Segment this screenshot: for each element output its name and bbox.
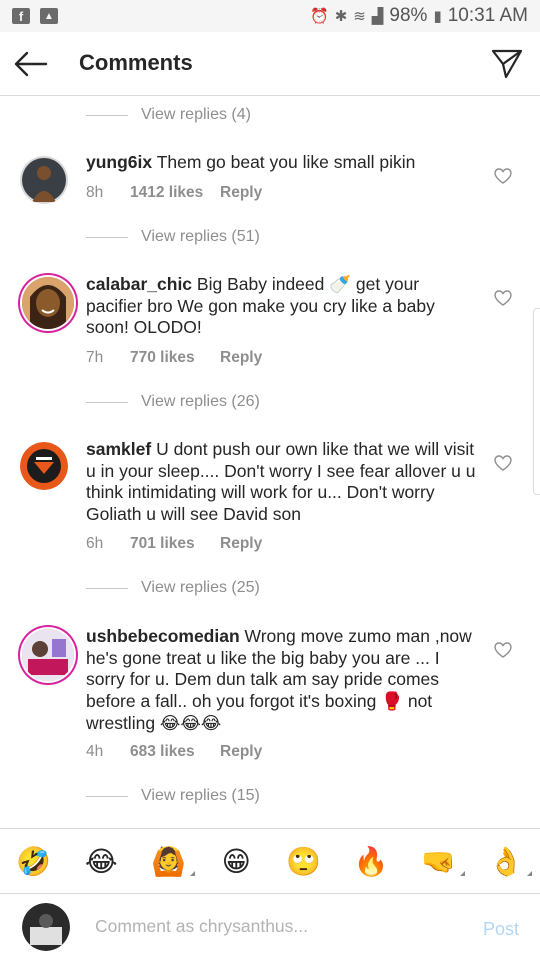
emoji-glyph: 👌 (488, 845, 524, 877)
comment-username[interactable]: yung6ix (86, 152, 152, 172)
comment-time: 4h (86, 743, 104, 760)
divider (86, 401, 128, 403)
view-replies-button[interactable]: View replies (25) (86, 579, 260, 597)
bluetooth-icon: ✱ (334, 8, 348, 25)
view-replies-button[interactable]: View replies (26) (86, 393, 260, 411)
emoji-eye-roll[interactable]: 🙄 (270, 845, 338, 878)
emoji-tears-of-joy[interactable]: 😂 (68, 845, 136, 878)
user-avatar (22, 903, 70, 951)
view-replies-button[interactable]: View replies (15) (86, 787, 260, 805)
view-replies-label: View replies (26) (141, 393, 260, 410)
comment-likes[interactable]: 701 likes (130, 535, 220, 553)
emoji-glyph: 😂 (84, 845, 118, 877)
comment-time: 6h (86, 535, 104, 552)
direct-message-icon[interactable] (490, 46, 524, 80)
emoji-glyph: 🤣 (16, 845, 52, 877)
comment-likes[interactable]: 770 likes (130, 349, 220, 367)
page-title: Comments (79, 50, 193, 75)
status-bar: f ▲ ⏰ ✱ ≋ ▟ 98% ▮ 10:31 AM (0, 0, 540, 32)
divider (86, 114, 128, 116)
emoji-fire[interactable]: 🔥 (338, 845, 406, 878)
comment-username[interactable]: samklef (86, 439, 151, 459)
facebook-icon: f (12, 8, 30, 24)
emoji-ok-hand[interactable]: 👌 (473, 845, 540, 878)
avatar[interactable] (22, 629, 74, 681)
emoji-grinning[interactable]: 😁 (203, 845, 271, 878)
emoji-glyph: 🙄 (286, 845, 322, 877)
status-right: ⏰ ✱ ≋ ▟ 98% ▮ 10:31 AM (310, 5, 528, 27)
view-replies-button[interactable]: View replies (51) (86, 228, 260, 246)
gallery-icon: ▲ (40, 8, 58, 24)
avatar[interactable] (22, 277, 74, 329)
comment-meta: 8h 1412 likes Reply (86, 184, 262, 202)
battery-icon: ▮ (433, 8, 442, 25)
heart-icon[interactable] (494, 168, 512, 184)
emoji-glyph: 🤜 (421, 845, 457, 877)
avatar[interactable] (20, 442, 68, 490)
emoji-fist[interactable]: 🤜 (405, 845, 473, 878)
wifi-icon: ≋ (353, 8, 366, 25)
heart-icon[interactable] (494, 290, 512, 306)
emoji-person-gesturing[interactable]: 🙆 (135, 845, 203, 878)
comment-username[interactable]: calabar_chic (86, 274, 192, 294)
emoji-rofl[interactable]: 🤣 (0, 845, 68, 878)
heart-icon[interactable] (494, 455, 512, 471)
skin-tone-indicator (189, 870, 195, 876)
status-left-icons: f ▲ (12, 8, 58, 24)
view-replies-label: View replies (4) (141, 106, 251, 123)
post-button[interactable]: Post (483, 919, 519, 940)
alarm-icon: ⏰ (310, 8, 329, 25)
skin-tone-indicator (459, 870, 465, 876)
battery-text: 98% (389, 5, 428, 26)
comment-meta: 4h 683 likes Reply (86, 743, 262, 761)
comment-meta: 6h 701 likes Reply (86, 535, 262, 553)
divider (86, 236, 128, 238)
back-arrow-icon[interactable] (14, 50, 48, 78)
comment-text: calabar_chic Big Baby indeed 🍼 get your … (86, 274, 478, 339)
comment-likes[interactable]: 1412 likes (130, 184, 220, 202)
skin-tone-indicator (527, 870, 532, 876)
emoji-glyph: 🙆 (151, 845, 187, 877)
heart-icon[interactable] (494, 642, 512, 658)
comment-time: 8h (86, 184, 104, 201)
reply-button[interactable]: Reply (220, 184, 262, 202)
comment-username[interactable]: ushbebecomedian (86, 626, 240, 646)
divider (86, 795, 128, 797)
view-replies-button[interactable]: View replies (4) (86, 106, 251, 124)
view-replies-label: View replies (15) (141, 787, 260, 804)
comment-text: yung6ix Them go beat you like small piki… (86, 152, 478, 174)
comment-body: Them go beat you like small pikin (156, 152, 416, 172)
comment-meta: 7h 770 likes Reply (86, 349, 262, 367)
avatar[interactable] (20, 156, 68, 204)
emoji-glyph: 🔥 (353, 845, 389, 877)
comment-likes[interactable]: 683 likes (130, 743, 220, 761)
emoji-quick-bar: 🤣 😂 🙆 😁 🙄 🔥 🤜 👌 (0, 828, 540, 894)
comment-composer: Comment as chrysanthus... Post (0, 894, 540, 960)
comment-text: ushbebecomedian Wrong move zumo man ,now… (86, 626, 478, 735)
comment-list[interactable]: View replies (4) yung6ix Them go beat yo… (0, 96, 540, 828)
signal-icon: ▟ (371, 8, 384, 25)
scrollbar[interactable] (533, 308, 540, 495)
comment-text: samklef U dont push our own like that we… (86, 439, 478, 526)
header: Comments (0, 32, 540, 96)
reply-button[interactable]: Reply (220, 535, 262, 553)
divider (86, 587, 128, 589)
emoji-glyph: 😁 (221, 845, 251, 877)
view-replies-label: View replies (25) (141, 579, 260, 596)
view-replies-label: View replies (51) (141, 228, 260, 245)
comment-input[interactable]: Comment as chrysanthus... (95, 916, 308, 937)
clock: 10:31 AM (447, 5, 528, 26)
comment-time: 7h (86, 349, 104, 366)
reply-button[interactable]: Reply (220, 743, 262, 761)
reply-button[interactable]: Reply (220, 349, 262, 367)
